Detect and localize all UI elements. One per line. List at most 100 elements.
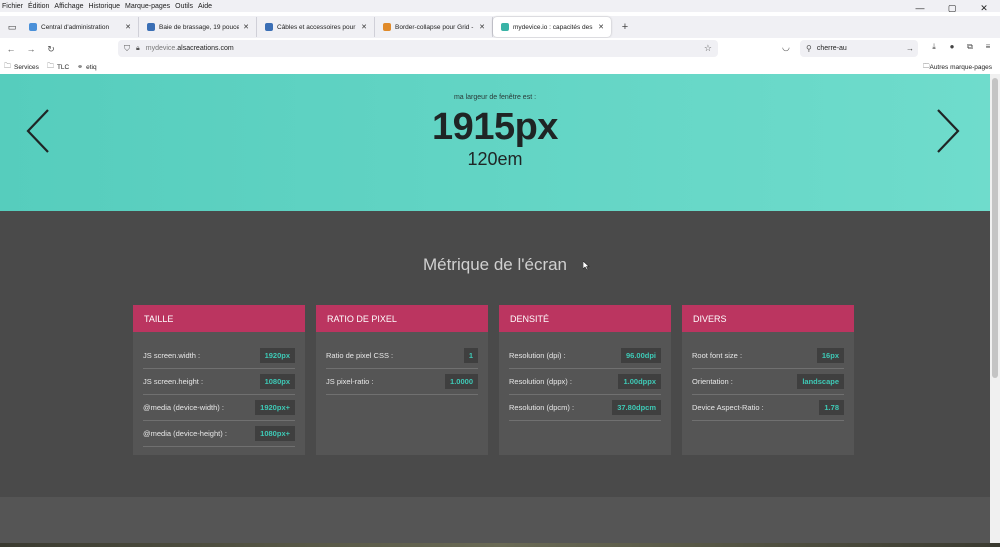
bookmark-star-icon[interactable]: ☆ xyxy=(704,43,712,54)
other-bookmarks[interactable]: 🗀 Autres marque-pages xyxy=(923,62,992,73)
menu-bar: Fichier Édition Affichage Historique Mar… xyxy=(0,0,1000,12)
section-title: Métrique de l'écran xyxy=(422,255,568,274)
tab-list-icon[interactable]: ▭ xyxy=(3,18,21,36)
tab-favicon-icon xyxy=(265,23,273,31)
forward-arrow-icon[interactable]: → xyxy=(22,40,40,58)
metric-label: JS pixel-ratio : xyxy=(326,377,374,386)
tab-cables-accessoires[interactable]: Câbles et accessoires pour info ✕ xyxy=(257,17,375,37)
minimize-icon[interactable]: — xyxy=(904,0,936,16)
back-arrow-icon[interactable]: ← xyxy=(2,40,20,58)
metric-value: 16px xyxy=(816,348,844,363)
menu-fichier[interactable]: Fichier xyxy=(0,3,25,10)
tab-title: Border-collapse pour Grid - Alsa xyxy=(395,23,475,31)
metric-row: @media (device-width) : 1920px+ xyxy=(143,395,295,421)
tab-favicon-icon xyxy=(383,23,391,31)
folder-icon: 🗀 xyxy=(4,62,11,70)
tab-close-icon[interactable]: ✕ xyxy=(360,23,368,31)
url-text: mydevice.alsacreations.com xyxy=(145,45,234,52)
metric-label: Orientation : xyxy=(692,377,733,386)
tab-close-icon[interactable]: ✕ xyxy=(124,23,132,31)
menu-outils[interactable]: Outils xyxy=(173,3,195,10)
footer-band xyxy=(0,497,990,547)
menu-affichage[interactable]: Affichage xyxy=(52,3,85,10)
tab-central-administration[interactable]: Central d'administration ✕ xyxy=(21,17,139,37)
tab-border-collapse[interactable]: Border-collapse pour Grid - Alsa ✕ xyxy=(375,17,493,37)
metric-label: @media (device-height) : xyxy=(143,429,227,438)
downloads-icon[interactable]: ⤓ xyxy=(925,42,943,52)
window-width-hero: ma largeur de fenêtre est : 1915px 120em xyxy=(0,74,990,211)
address-bar[interactable]: ⛉ 🔒︎ mydevice.alsacreations.com ☆ xyxy=(118,40,718,57)
extensions-icon[interactable]: ⧉ xyxy=(961,42,979,52)
tab-favicon-icon xyxy=(501,23,509,31)
mouse-cursor-icon xyxy=(583,261,590,270)
metric-row: JS screen.width : 1920px xyxy=(143,343,295,369)
lock-icon[interactable]: 🔒︎ xyxy=(136,45,140,53)
metric-row: Device Aspect-Ratio : 1.78 xyxy=(692,395,844,421)
width-px-value: 1915px xyxy=(432,106,558,148)
tab-close-icon[interactable]: ✕ xyxy=(478,23,486,31)
card-densite: DENSITÉ Resolution (dpi) : 96.00dpi Resol… xyxy=(499,305,671,455)
metric-value: 1.0000 xyxy=(445,374,478,389)
width-caption: ma largeur de fenêtre est : xyxy=(453,94,537,101)
metric-row: Resolution (dppx) : 1.00dppx xyxy=(509,369,661,395)
card-title: TAILLE xyxy=(133,305,305,332)
scrollbar-thumb[interactable] xyxy=(992,78,998,378)
tab-title: Câbles et accessoires pour info xyxy=(277,23,357,31)
metric-label: Device Aspect-Ratio : xyxy=(692,403,764,412)
menu-marque-pages[interactable]: Marque-pages xyxy=(123,3,172,10)
metric-row: Ratio de pixel CSS : 1 xyxy=(326,343,478,369)
menu-icon[interactable]: ≡ xyxy=(979,42,997,52)
card-ratio-pixel: RATIO DE PIXEL Ratio de pixel CSS : 1 JS … xyxy=(316,305,488,455)
tab-baie-brassage[interactable]: Baie de brassage, 19 pouces, RJ ✕ xyxy=(139,17,257,37)
page-scrollbar[interactable] xyxy=(990,74,1000,547)
tab-bar: ▭ Central d'administration ✕ Baie de bra… xyxy=(0,16,1000,38)
pocket-icon[interactable]: ◡ xyxy=(782,42,790,53)
maximize-icon[interactable]: ▢ xyxy=(936,0,968,16)
metric-label: Ratio de pixel CSS : xyxy=(326,351,394,360)
tab-favicon-icon xyxy=(147,23,155,31)
menu-aide[interactable]: Aide xyxy=(196,3,214,10)
shield-icon[interactable]: ⛉ xyxy=(124,44,130,54)
bookmark-services[interactable]: 🗀 Services xyxy=(4,62,39,73)
metric-value: 37.80dpcm xyxy=(612,400,661,415)
metric-value: 1.78 xyxy=(819,400,844,415)
taskbar-strip xyxy=(0,543,1000,547)
search-go-icon[interactable]: → xyxy=(906,44,914,53)
account-icon[interactable]: ● xyxy=(943,42,961,52)
metric-value: 1080px+ xyxy=(255,426,295,441)
chevron-right-icon[interactable] xyxy=(934,108,962,154)
metric-label: Resolution (dpcm) : xyxy=(509,403,575,412)
tab-close-icon[interactable]: ✕ xyxy=(597,23,605,31)
nav-bar: ← → ↻ ⛉ 🔒︎ mydevice.alsacreations.com ☆ … xyxy=(0,38,1000,60)
metric-label: Resolution (dpi) : xyxy=(509,351,566,360)
tab-title: Central d'administration xyxy=(41,23,110,31)
bookmark-tlc[interactable]: 🗀 TLC xyxy=(47,62,69,73)
metric-row: Resolution (dpcm) : 37.80dpcm xyxy=(509,395,661,421)
tab-favicon-icon xyxy=(29,23,37,31)
search-bar[interactable]: ⚲ cherre-au → xyxy=(800,40,918,57)
metric-row: Orientation : landscape xyxy=(692,369,844,395)
tab-mydevice[interactable]: mydevice.io : capacités des app ✕ xyxy=(493,17,611,37)
card-title: DIVERS xyxy=(682,305,854,332)
tab-title: Baie de brassage, 19 pouces, RJ xyxy=(159,23,239,31)
search-icon: ⚲ xyxy=(806,44,812,53)
width-em-value: 120em xyxy=(467,149,523,169)
metric-row: JS screen.height : 1080px xyxy=(143,369,295,395)
metric-label: JS screen.height : xyxy=(143,377,204,386)
metric-row: Root font size : 16px xyxy=(692,343,844,369)
menu-edition[interactable]: Édition xyxy=(26,3,51,10)
tab-close-icon[interactable]: ✕ xyxy=(242,23,250,31)
card-title: RATIO DE PIXEL xyxy=(316,305,488,332)
reload-icon[interactable]: ↻ xyxy=(42,40,60,58)
menu-historique[interactable]: Historique xyxy=(86,3,122,10)
new-tab-icon[interactable]: + xyxy=(617,19,633,35)
metric-row: Resolution (dpi) : 96.00dpi xyxy=(509,343,661,369)
metric-row: JS pixel-ratio : 1.0000 xyxy=(326,369,478,395)
metric-label: @media (device-width) : xyxy=(143,403,224,412)
search-input[interactable]: cherre-au xyxy=(817,45,847,52)
page-content: ma largeur de fenêtre est : 1915px 120em… xyxy=(0,74,990,547)
close-window-icon[interactable]: ✕ xyxy=(968,0,1000,16)
bookmark-etiq[interactable]: ⚭ etiq xyxy=(77,63,96,72)
metric-value: 96.00dpi xyxy=(620,348,661,363)
metric-label: Resolution (dppx) : xyxy=(509,377,572,386)
